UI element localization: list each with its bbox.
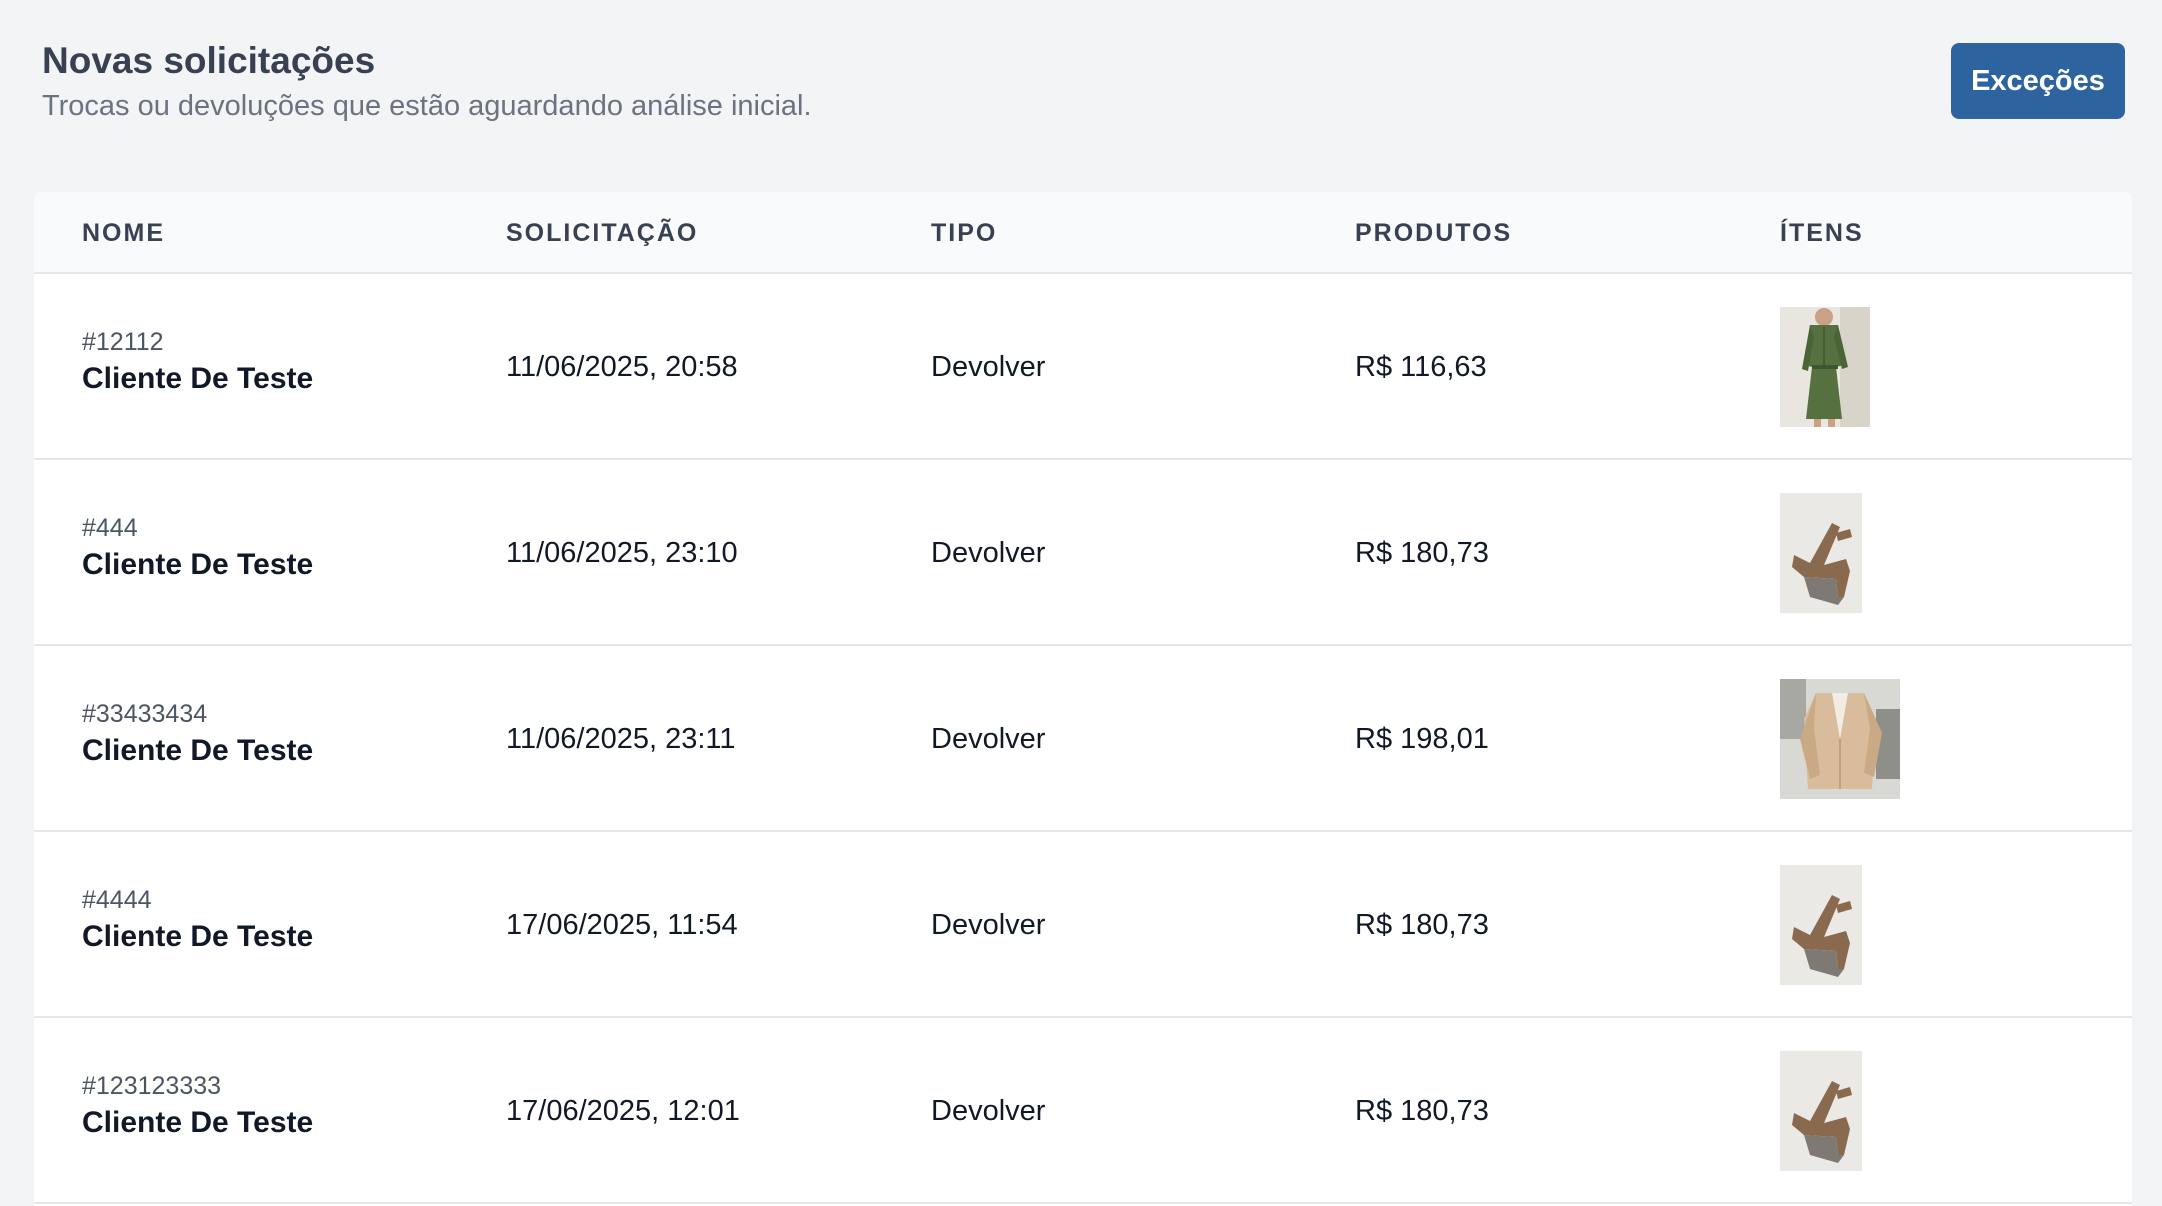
customer-name: Cliente De Teste xyxy=(82,548,314,581)
products-amount: R$ 198,01 xyxy=(1355,723,1489,755)
order-id: #444 xyxy=(82,514,138,542)
wedge-sandal-image xyxy=(1780,1051,1862,1171)
request-type: Devolver xyxy=(931,723,1046,755)
request-type: Devolver xyxy=(931,1095,1046,1127)
exceptions-button[interactable]: Exceções xyxy=(1951,43,2125,119)
request-type: Devolver xyxy=(931,909,1046,941)
request-date: 11/06/2025, 23:10 xyxy=(506,537,738,569)
products-amount: R$ 116,63 xyxy=(1355,351,1487,383)
wedge-sandal-image xyxy=(1780,865,1862,985)
customer-name: Cliente De Teste xyxy=(82,920,314,953)
customer-name: Cliente De Teste xyxy=(82,734,314,767)
request-date: 17/06/2025, 12:01 xyxy=(506,1095,740,1127)
page-header: Novas solicitações Trocas ou devoluções … xyxy=(42,38,812,126)
table-row[interactable]: #33433434 Cliente De Teste 11/06/2025, 2… xyxy=(34,646,2132,832)
request-date: 17/06/2025, 11:54 xyxy=(506,909,738,941)
request-date: 11/06/2025, 20:58 xyxy=(506,351,738,383)
request-date: 11/06/2025, 23:11 xyxy=(506,723,736,755)
order-id: #12112 xyxy=(82,328,164,356)
column-header-request: SOLICITAÇÃO xyxy=(506,219,699,247)
wedge-sandal-image xyxy=(1780,493,1862,613)
customer-name: Cliente De Teste xyxy=(82,362,314,395)
products-amount: R$ 180,73 xyxy=(1355,537,1489,569)
order-id: #4444 xyxy=(82,886,152,914)
request-type: Devolver xyxy=(931,351,1046,383)
column-header-name: NOME xyxy=(82,219,165,247)
beige-blazer-image xyxy=(1780,679,1900,799)
table-row[interactable]: #4444 Cliente De Teste 17/06/2025, 11:54… xyxy=(34,832,2132,1018)
green-dress-image xyxy=(1780,307,1870,427)
page-subtitle: Trocas ou devoluções que estão aguardand… xyxy=(42,90,812,122)
table-row[interactable]: #12112 Cliente De Teste 11/06/2025, 20:5… xyxy=(34,274,2132,460)
products-amount: R$ 180,73 xyxy=(1355,1095,1489,1127)
customer-name: Cliente De Teste xyxy=(82,1106,314,1139)
column-header-products: PRODUTOS xyxy=(1355,219,1513,247)
column-header-items: ÍTENS xyxy=(1780,219,1864,247)
requests-table: NOME SOLICITAÇÃO TIPO PRODUTOS ÍTENS #12… xyxy=(34,192,2132,1206)
products-amount: R$ 180,73 xyxy=(1355,909,1489,941)
table-row[interactable]: #444 Cliente De Teste 11/06/2025, 23:10 … xyxy=(34,460,2132,646)
order-id: #33433434 xyxy=(82,700,208,728)
request-type: Devolver xyxy=(931,537,1046,569)
page-title: Novas solicitações xyxy=(42,40,376,81)
page: Novas solicitações Trocas ou devoluções … xyxy=(0,0,2162,1206)
table-row[interactable]: #123123333 Cliente De Teste 17/06/2025, … xyxy=(34,1018,2132,1204)
table-header: NOME SOLICITAÇÃO TIPO PRODUTOS ÍTENS xyxy=(34,192,2132,274)
order-id: #123123333 xyxy=(82,1072,222,1100)
column-header-type: TIPO xyxy=(931,219,998,247)
